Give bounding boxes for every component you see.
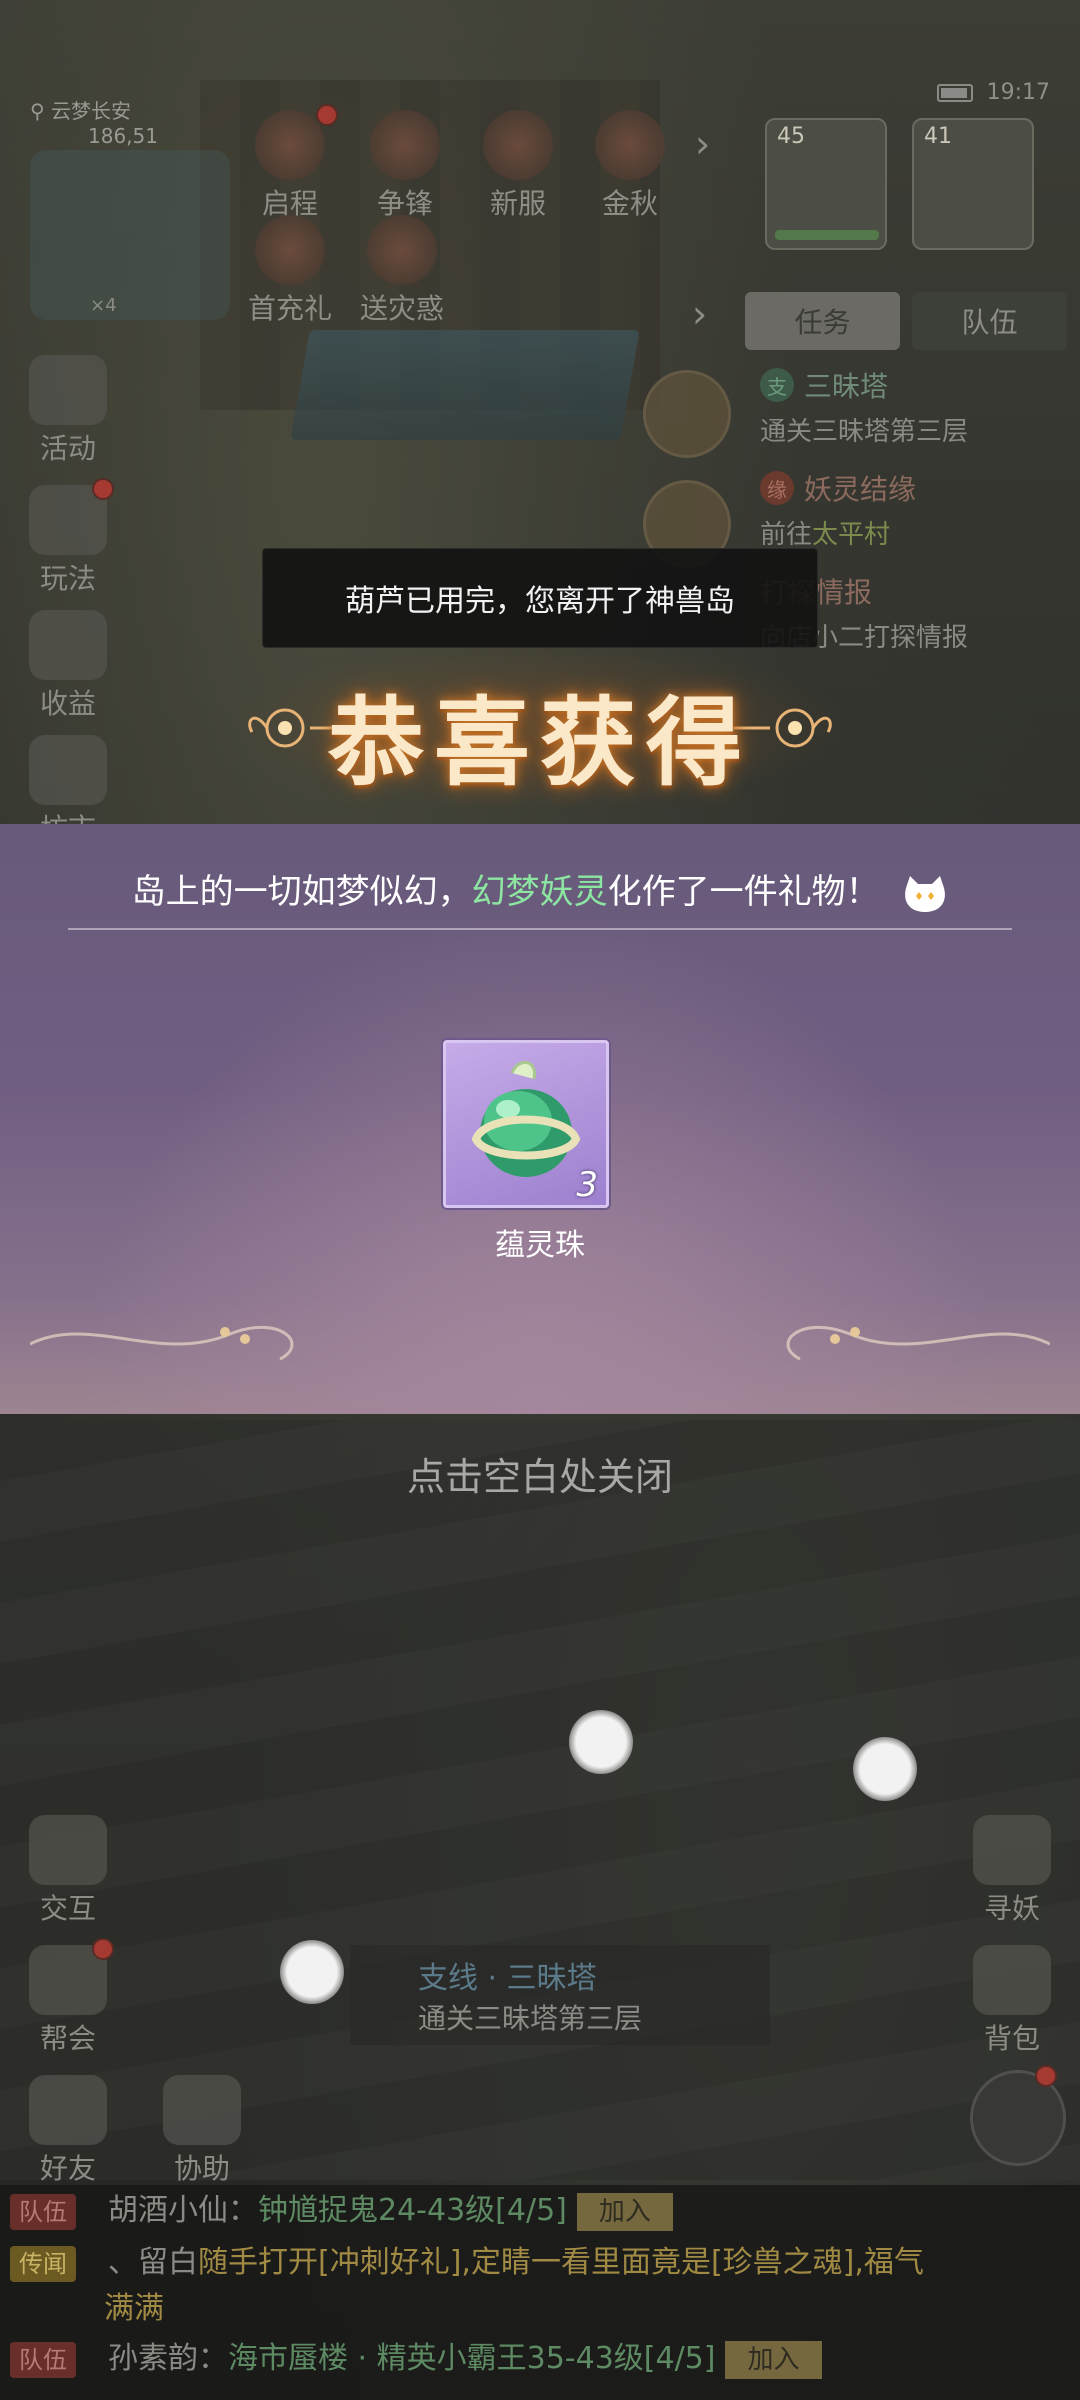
menu-find-demon[interactable]: 寻妖 <box>962 1815 1062 1927</box>
chat-line: 队伍 胡酒小仙：钟馗捉鬼24-43级[4/5] 加入 <box>10 2185 673 2231</box>
scroll-icon <box>255 110 325 180</box>
rabbit-icon <box>595 110 665 180</box>
player-avatar[interactable]: 45 <box>765 118 887 250</box>
quest-tag: 缘 <box>760 471 794 505</box>
toast-message: 葫芦已用完，您离开了神兽岛 <box>262 548 818 648</box>
minimap[interactable] <box>30 150 230 320</box>
menu-interact[interactable]: 交互 <box>18 1815 118 1927</box>
chat-tag: 队伍 <box>10 2193 76 2230</box>
reward-panel: 岛上的一切如梦似幻，幻梦妖灵化作了一件礼物！ 3 蕴灵珠 <box>0 824 1080 1414</box>
chevron-right-icon[interactable]: › <box>695 122 710 166</box>
quest-tag: 支 <box>760 368 794 402</box>
menu-gameplay[interactable]: 玩法 <box>18 485 118 597</box>
menu-activity[interactable]: 活动 <box>18 355 118 467</box>
menu-zhengfeng[interactable]: 争锋 <box>355 110 455 222</box>
crown-icon <box>483 110 553 180</box>
menu-songzaihuo[interactable]: 送灾惑 <box>352 215 452 327</box>
handshake-icon <box>163 2075 241 2145</box>
chat-line: 队伍 孙素韵：海市蜃楼 · 精英小霸王35-43级[4/5] 加入 <box>10 2333 822 2379</box>
reward-message: 岛上的一切如梦似幻，幻梦妖灵化作了一件礼物！ <box>0 864 1080 914</box>
location-info: ⚲ 云梦长安 186,51 <box>30 95 158 148</box>
close-hint[interactable]: 点击空白处关闭 <box>0 1446 1080 1501</box>
chat-tag: 队伍 <box>10 2341 76 2378</box>
demon-icon <box>367 215 437 285</box>
location-coords: 186,51 <box>88 124 158 148</box>
quest-tracker-title: 支线 · 三昧塔 <box>418 1961 597 1996</box>
minimap-counter: ×4 <box>90 295 117 316</box>
notification-dot <box>316 104 338 126</box>
join-button[interactable]: 加入 <box>725 2340 822 2379</box>
backpack-icon <box>973 1945 1051 2015</box>
quest-tracker[interactable]: 支线 · 三昧塔 通关三昧塔第三层 <box>350 1945 770 2045</box>
notification-dot <box>1035 2065 1057 2087</box>
status-bar: 19:17 <box>936 80 1050 105</box>
touch-indicator <box>280 1940 344 2004</box>
menu-friends[interactable]: 好友 <box>18 2075 118 2187</box>
menu-xinfu[interactable]: 新服 <box>468 110 568 222</box>
gift-box-icon <box>29 355 107 425</box>
chat-tag: 传闻 <box>10 2245 76 2282</box>
pin-icon: ⚲ <box>30 99 45 123</box>
clock: 19:17 <box>986 80 1050 105</box>
gift-pot-icon <box>255 215 325 285</box>
quest-item[interactable]: 缘 妖灵结缘 前往太平村 <box>760 468 1080 551</box>
notification-dot <box>92 478 114 500</box>
quest-desc: 前往太平村 <box>760 520 891 550</box>
menu-first-recharge[interactable]: 首充礼 <box>240 215 340 327</box>
notification-dot <box>92 1938 114 1960</box>
reward-item-name: 蕴灵珠 <box>495 1228 585 1263</box>
touch-indicator <box>853 1737 917 1801</box>
location-name: ⚲ 云梦长安 <box>30 99 132 123</box>
quest-title: 妖灵结缘 <box>804 473 917 506</box>
chat-line: 传闻 、留白随手打开[冲刺好礼],定睛一看里面竟是[珍兽之魂],福气 <box>10 2237 924 2282</box>
friends-icon <box>29 2075 107 2145</box>
hand-heart-icon <box>29 1815 107 1885</box>
collapse-chevron-icon[interactable]: › <box>692 292 707 336</box>
demon-seek-icon <box>973 1815 1051 1885</box>
item-count: 3 <box>576 1165 598 1205</box>
hp-bar <box>775 230 879 240</box>
quest-tabs: 任务 队伍 <box>745 292 1067 350</box>
divider <box>68 928 1012 930</box>
menu-guild[interactable]: 帮会 <box>18 1945 118 2057</box>
quest-desc: 通关三昧塔第三层 <box>760 417 969 447</box>
pet-avatar[interactable]: 41 <box>912 118 1034 250</box>
menu-backpack[interactable]: 背包 <box>962 1945 1062 2057</box>
battery-icon <box>936 83 973 102</box>
quest-tracker-desc: 通关三昧塔第三层 <box>418 2002 643 2035</box>
cloud-decoration-icon <box>786 1325 1050 1361</box>
quest-item[interactable]: 支 三昧塔 通关三昧塔第三层 <box>760 365 1080 448</box>
menu-jinqiu[interactable]: 金秋 <box>580 110 680 222</box>
cloud-decoration-icon <box>30 1325 294 1361</box>
menu-assist[interactable]: 协助 <box>152 2075 252 2187</box>
tab-team[interactable]: 队伍 <box>912 292 1067 350</box>
background-roof <box>290 330 640 440</box>
background-floor <box>0 1420 1080 2180</box>
reward-item-slot[interactable]: 3 <box>443 1040 609 1208</box>
congrats-title: 恭喜获得 <box>328 686 752 799</box>
quest-title: 三昧塔 <box>804 370 889 403</box>
touch-indicator <box>569 1710 633 1774</box>
flag-icon <box>370 110 440 180</box>
menu-qicheng[interactable]: 启程 <box>240 110 340 222</box>
food-bowl-button[interactable] <box>643 370 731 458</box>
cat-face-icon <box>905 875 946 912</box>
chat-panel[interactable]: 队伍 胡酒小仙：钟馗捉鬼24-43级[4/5] 加入 传闻 、留白随手打开[冲刺好礼]… <box>0 2185 1080 2400</box>
join-button[interactable]: 加入 <box>576 2192 673 2231</box>
chat-line-continued: 满满 <box>104 2291 164 2326</box>
tab-task[interactable]: 任务 <box>745 292 900 350</box>
